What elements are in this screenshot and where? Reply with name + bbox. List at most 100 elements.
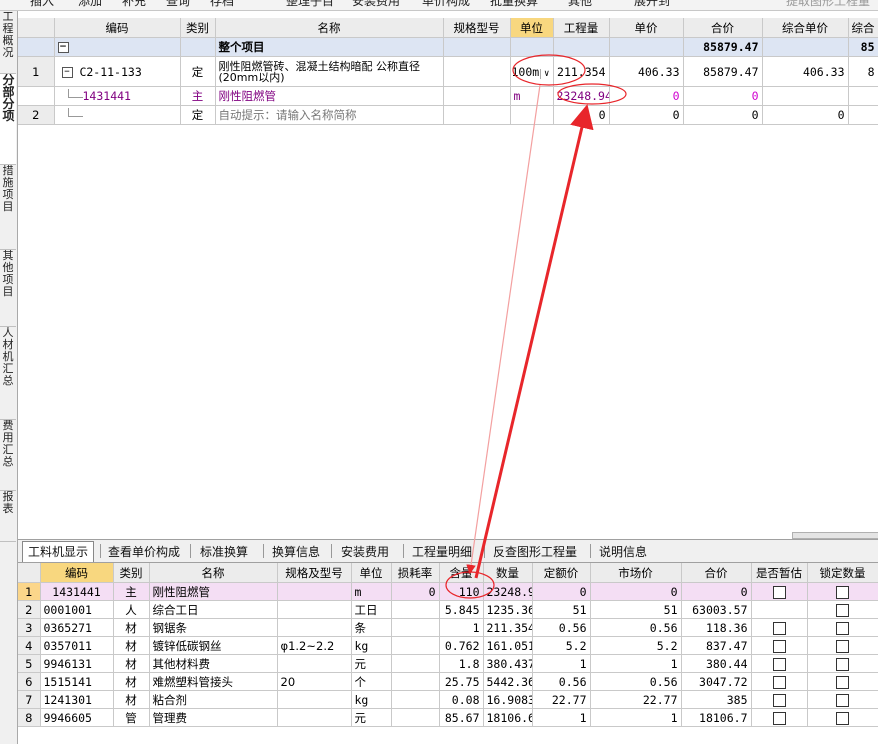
tab-standard-conversion[interactable]: 标准换算 <box>200 543 248 560</box>
total-row[interactable]: − 整个项目 85879.47 85 <box>18 37 878 57</box>
cell-market[interactable]: 1 <box>590 654 682 673</box>
header-unit[interactable]: 单位 <box>351 563 392 583</box>
unit-select[interactable]: 100m <box>512 65 540 79</box>
header-unit[interactable]: 单位 <box>510 18 554 38</box>
table-row[interactable]: 5 9946131 材其他材料费元 1.8 380.437 1 1 380.44 <box>18 654 878 673</box>
lock-quantity-checkbox[interactable] <box>836 675 849 689</box>
cell-spec[interactable] <box>277 708 352 727</box>
tab-conversion-info[interactable]: 换算信息 <box>272 543 320 560</box>
side-tab-measures[interactable]: 措施项目 <box>0 165 16 250</box>
cell-market[interactable]: 5.2 <box>590 636 682 655</box>
side-tab-overview[interactable]: 工程概况 <box>0 11 16 74</box>
header-name[interactable]: 名称 <box>149 563 278 583</box>
organize-button[interactable]: 整理子目 <box>286 0 334 8</box>
header-loss-rate[interactable]: 损耗率 <box>391 563 440 583</box>
provisional-checkbox[interactable] <box>772 585 786 599</box>
cell-spec[interactable]: 20 <box>277 672 352 691</box>
table-row[interactable]: 3 0365271 材钢锯条条 1 211.354 0.56 0.56 118.36 <box>18 618 878 637</box>
query-button[interactable]: 查询 <box>166 0 190 8</box>
cell-spec[interactable] <box>277 690 352 709</box>
batch-convert-button[interactable]: 批量换算 <box>490 0 538 8</box>
cell-spec[interactable] <box>277 582 352 601</box>
cell-content[interactable]: 25.75 <box>439 672 484 691</box>
cell-content[interactable]: 0.762 <box>439 636 484 655</box>
horizontal-scrollbar[interactable] <box>792 532 878 539</box>
tab-install-fee[interactable]: 安装费用 <box>341 543 389 560</box>
table-row[interactable]: 6 1515141 材难燃塑料管接头 20 个 25.75 5442.36 0.56 0.56 3… <box>18 672 878 691</box>
side-tab-other[interactable]: 其他项目 <box>0 250 16 327</box>
header-content[interactable]: 含量 <box>439 563 484 583</box>
archive-button[interactable]: 存档 <box>210 0 234 8</box>
cell-content[interactable]: 85.67 <box>439 708 484 727</box>
cell-spec[interactable] <box>277 618 352 637</box>
cell-content[interactable]: 5.845 <box>439 600 484 619</box>
table-row[interactable]: 1 1431441 主刚性阻燃管 m 0 110 23248.9 0 0 0 <box>18 582 878 601</box>
side-tab-report[interactable]: 报表 <box>0 491 16 542</box>
tab-description[interactable]: 说明信息 <box>599 543 647 560</box>
collapse-toggle[interactable]: − <box>61 66 73 78</box>
header-lock-quantity[interactable]: 锁定数量 <box>807 563 878 583</box>
other-button[interactable]: 其他 <box>568 0 592 8</box>
lock-quantity-checkbox[interactable] <box>836 657 849 671</box>
header-type[interactable]: 类别 <box>113 563 150 583</box>
side-tab-fee-summary[interactable]: 费用汇总 <box>0 420 16 491</box>
cell-market[interactable]: 0 <box>590 582 682 601</box>
header-spec[interactable]: 规格型号 <box>443 18 511 38</box>
side-tab-labor-material[interactable]: 人材机汇总 <box>0 327 16 420</box>
table-row[interactable]: 2 定 自动提示：请输入名称简称 0 0 0 0 <box>18 105 878 125</box>
table-row[interactable]: 4 0357011 材镀锌低碳钢丝 φ1.2~2.2 kg 0.762 161.051 5.2… <box>18 636 878 655</box>
unit-price-button[interactable]: 单价构成 <box>422 0 470 8</box>
header-quantity[interactable]: 数量 <box>483 563 533 583</box>
cell-spec[interactable] <box>277 654 352 673</box>
extract-quantity-button[interactable]: 提取图形工程量 <box>786 0 870 8</box>
header-quantity[interactable]: 工程量 <box>553 18 610 38</box>
quantity-cell[interactable]: 211.354 <box>553 56 610 87</box>
tab-quantity-detail[interactable]: 工程量明细 <box>412 543 472 560</box>
provisional-checkbox[interactable] <box>772 657 786 671</box>
header-quota-price[interactable]: 定额价 <box>532 563 591 583</box>
cell-spec[interactable]: φ1.2~2.2 <box>277 636 352 655</box>
insert-button[interactable]: 插入 <box>30 0 54 8</box>
cell-market[interactable]: 51 <box>590 600 682 619</box>
lock-quantity-checkbox[interactable] <box>836 639 849 653</box>
table-row[interactable]: 7 1241301 材粘合剂 kg 0.08 16.9083 22.77 22.77 385 <box>18 690 878 709</box>
header-unit-price[interactable]: 单价 <box>609 18 684 38</box>
provisional-checkbox[interactable] <box>772 639 786 653</box>
header-code[interactable]: 编码 <box>54 18 181 38</box>
name-input-hint[interactable]: 自动提示：请输入名称简称 <box>215 105 444 125</box>
header-total[interactable]: 合价 <box>681 563 752 583</box>
table-row[interactable]: 1431441 主 刚性阻燃管 m 23248.94 0 0 <box>18 86 878 106</box>
collapse-toggle[interactable]: − <box>57 42 69 53</box>
lock-quantity-checkbox[interactable] <box>836 585 849 599</box>
table-row[interactable]: 1 − C2-11-133 定 刚性阻燃管砖、混凝土结构暗配 公称直径(20mm… <box>18 56 878 87</box>
header-composite[interactable]: 综合 <box>848 18 878 38</box>
table-row[interactable]: 8 9946605 管管理费元 85.67 18106.6 1 1 18106.7 <box>18 708 878 727</box>
cell-market[interactable]: 0.56 <box>590 672 682 691</box>
header-spec[interactable]: 规格及型号 <box>277 563 352 583</box>
provisional-checkbox[interactable] <box>772 693 786 707</box>
add-button[interactable]: 添加 <box>78 0 102 8</box>
header-total[interactable]: 合价 <box>683 18 763 38</box>
header-composite-price[interactable]: 综合单价 <box>762 18 849 38</box>
tab-reverse-lookup[interactable]: 反查图形工程量 <box>493 543 577 560</box>
lock-quantity-checkbox[interactable] <box>836 603 849 617</box>
table-row[interactable]: 2 0001001 人综合工日 工日 5.845 1235.36 51 51 63003.57 <box>18 600 878 619</box>
cell-spec[interactable] <box>277 600 352 619</box>
header-provisional[interactable]: 是否暂估 <box>751 563 808 583</box>
provisional-checkbox[interactable] <box>772 711 786 725</box>
cell-market[interactable]: 0.56 <box>590 618 682 637</box>
provisional-checkbox[interactable] <box>772 621 786 635</box>
cell-content[interactable]: 1.8 <box>439 654 484 673</box>
lock-quantity-checkbox[interactable] <box>836 693 849 707</box>
lock-quantity-checkbox[interactable] <box>836 621 849 635</box>
header-name[interactable]: 名称 <box>215 18 444 38</box>
cell-content[interactable]: 110 <box>439 582 484 601</box>
header-type[interactable]: 类别 <box>180 18 216 38</box>
expand-to-button[interactable]: 展开到 <box>634 0 670 8</box>
tab-unit-price-composition[interactable]: 查看单价构成 <box>108 543 180 560</box>
lock-quantity-checkbox[interactable] <box>836 711 849 725</box>
cell-content[interactable]: 0.08 <box>439 690 484 709</box>
cell-market[interactable]: 22.77 <box>590 690 682 709</box>
provisional-checkbox[interactable] <box>772 675 786 689</box>
side-tab-items[interactable]: 分部分项 <box>0 74 16 165</box>
